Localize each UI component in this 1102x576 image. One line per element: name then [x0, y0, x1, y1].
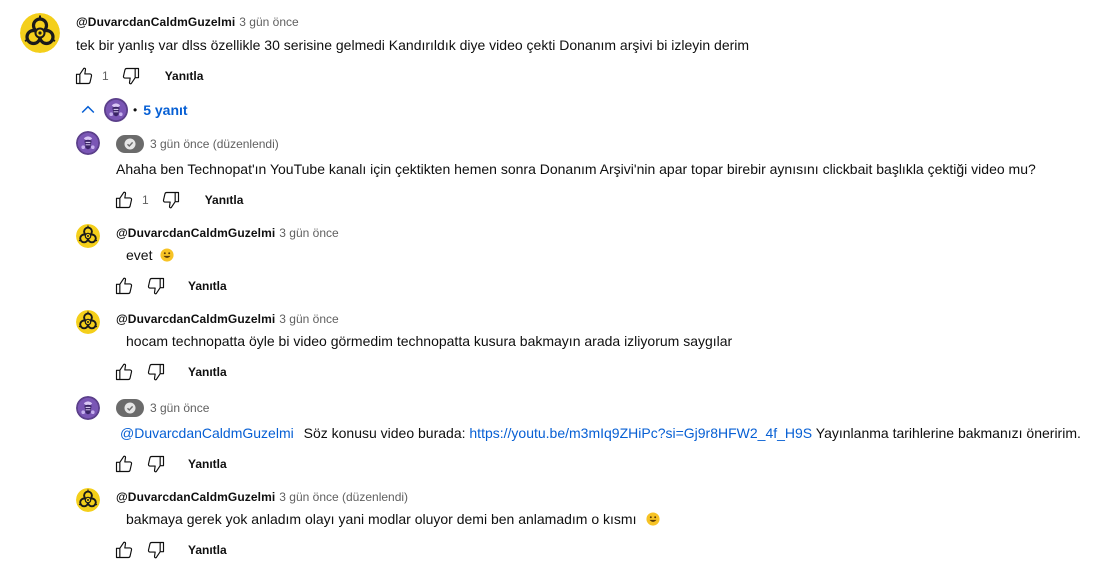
reply-button[interactable]: Yanıtla: [188, 365, 227, 379]
like-button[interactable]: [112, 360, 136, 384]
reply-time[interactable]: 3 gün önce: [279, 226, 338, 240]
comment-author[interactable]: @DuvarcdanCaldmGuzelmi: [76, 15, 235, 29]
comment-time[interactable]: 3 gün önce: [239, 15, 298, 29]
dislike-button[interactable]: [144, 274, 168, 298]
reply-actions: Yanıtla: [112, 274, 227, 298]
thumbs-down-icon: [146, 276, 166, 296]
separator-dot: •: [133, 103, 138, 117]
thumbs-down-icon: [146, 362, 166, 382]
thumbs-up-icon: [114, 190, 134, 210]
reply-time[interactable]: 3 gün önce (düzenlendi): [150, 137, 279, 151]
reply-actions: Yanıtla: [112, 452, 227, 476]
reply-author[interactable]: @DuvarcdanCaldmGuzelmi: [116, 490, 275, 504]
reply-header: @DuvarcdanCaldmGuzelmi 3 gün önce: [116, 312, 339, 326]
like-button[interactable]: [112, 274, 136, 298]
biohazard-avatar-icon: [20, 13, 60, 53]
reply-button[interactable]: Yanıtla: [188, 457, 227, 471]
thumbs-down-icon: [146, 454, 166, 474]
thumbs-down-icon: [146, 540, 166, 560]
thumbs-up-icon: [114, 276, 134, 296]
biohazard-avatar-icon: [76, 488, 100, 512]
avatar[interactable]: [76, 224, 100, 248]
reply-time[interactable]: 3 gün önce: [279, 312, 338, 326]
reply-header: @DuvarcdanCaldmGuzelmi 3 gün önce (düzen…: [116, 490, 408, 504]
thumbs-up-icon: [74, 66, 94, 86]
reply-button[interactable]: Yanıtla: [188, 279, 227, 293]
reply-actions: Yanıtla: [112, 538, 227, 562]
dislike-button[interactable]: [144, 538, 168, 562]
comment-actions: 1 Yanıtla: [72, 64, 203, 88]
reply-text-wrapper: evet: [126, 247, 174, 263]
thumbs-down-icon: [121, 66, 141, 86]
reply-header: 3 gün önce (düzenlendi): [116, 135, 279, 153]
like-button[interactable]: [112, 538, 136, 562]
reply-button[interactable]: Yanıtla: [165, 69, 204, 83]
chevron-up-icon: [81, 105, 95, 114]
reply-author[interactable]: @DuvarcdanCaldmGuzelmi: [116, 226, 275, 240]
reply-time[interactable]: 3 gün önce: [150, 401, 209, 415]
reply-text: Ahaha ben Technopat'ın YouTube kanalı iç…: [116, 161, 1036, 177]
dislike-button[interactable]: [144, 452, 168, 476]
avatar[interactable]: [76, 488, 100, 512]
comment-text: tek bir yanlış var dlss özellikle 30 ser…: [76, 37, 750, 53]
creator-badge[interactable]: [116, 135, 144, 153]
reply-text-wrapper: @DuvarcdanCaldmGuzelmi Söz konusu video …: [120, 425, 1081, 441]
reply-text: bakmaya gerek yok anladım olayı yani mod…: [126, 511, 637, 527]
reply-text-after-link: Yayınlanma tarihlerine bakmanızı öneriri…: [815, 425, 1081, 441]
replies-count-label: 5 yanıt: [143, 102, 188, 118]
biohazard-avatar-icon: [76, 224, 100, 248]
dislike-button[interactable]: [119, 64, 143, 88]
reply-author[interactable]: @DuvarcdanCaldmGuzelmi: [116, 312, 275, 326]
reply-header: @DuvarcdanCaldmGuzelmi 3 gün önce: [116, 226, 339, 240]
thumbs-up-icon: [114, 540, 134, 560]
reply-actions: Yanıtla: [112, 360, 227, 384]
replies-toggle-button[interactable]: • 5 yanıt: [78, 98, 188, 122]
reply-actions: 1 Yanıtla: [112, 188, 243, 212]
smiley-emoji-icon: [160, 248, 174, 262]
reply-button[interactable]: Yanıtla: [205, 193, 244, 207]
creator-avatar-icon: [104, 98, 128, 122]
like-button[interactable]: [72, 64, 96, 88]
thumbs-up-icon: [114, 362, 134, 382]
reply-header: 3 gün önce: [116, 399, 209, 417]
dislike-button[interactable]: [144, 360, 168, 384]
comment-header: @DuvarcdanCaldmGuzelmi 3 gün önce: [76, 15, 299, 29]
avatar[interactable]: [76, 396, 100, 420]
check-badge-icon: [124, 402, 136, 414]
reply-time[interactable]: 3 gün önce (düzenlendi): [279, 490, 408, 504]
mention-link[interactable]: @DuvarcdanCaldmGuzelmi: [120, 425, 294, 441]
thumbs-down-icon: [161, 190, 181, 210]
creator-avatar-icon: [76, 396, 100, 420]
reply-button[interactable]: Yanıtla: [188, 543, 227, 557]
like-count: 1: [102, 69, 109, 83]
reply-text-before-link: Söz konusu video burada:: [303, 425, 466, 441]
dislike-button[interactable]: [159, 188, 183, 212]
reply-text: evet: [126, 247, 153, 263]
avatar[interactable]: [20, 13, 60, 53]
video-link[interactable]: https://youtu.be/m3mIq9ZHiPc?si=Gj9r8HFW…: [469, 425, 812, 441]
like-count: 1: [142, 193, 149, 207]
avatar[interactable]: [76, 131, 100, 155]
avatar[interactable]: [76, 310, 100, 334]
biohazard-avatar-icon: [76, 310, 100, 334]
reply-text-wrapper: bakmaya gerek yok anladım olayı yani mod…: [126, 511, 660, 527]
creator-avatar-icon: [76, 131, 100, 155]
creator-badge[interactable]: [116, 399, 144, 417]
like-button[interactable]: [112, 452, 136, 476]
thumbs-up-icon: [114, 454, 134, 474]
reply-text: hocam technopatta öyle bi video görmedim…: [126, 333, 733, 349]
like-button[interactable]: [112, 188, 136, 212]
smiley-emoji-icon: [646, 512, 660, 526]
check-badge-icon: [124, 138, 136, 150]
